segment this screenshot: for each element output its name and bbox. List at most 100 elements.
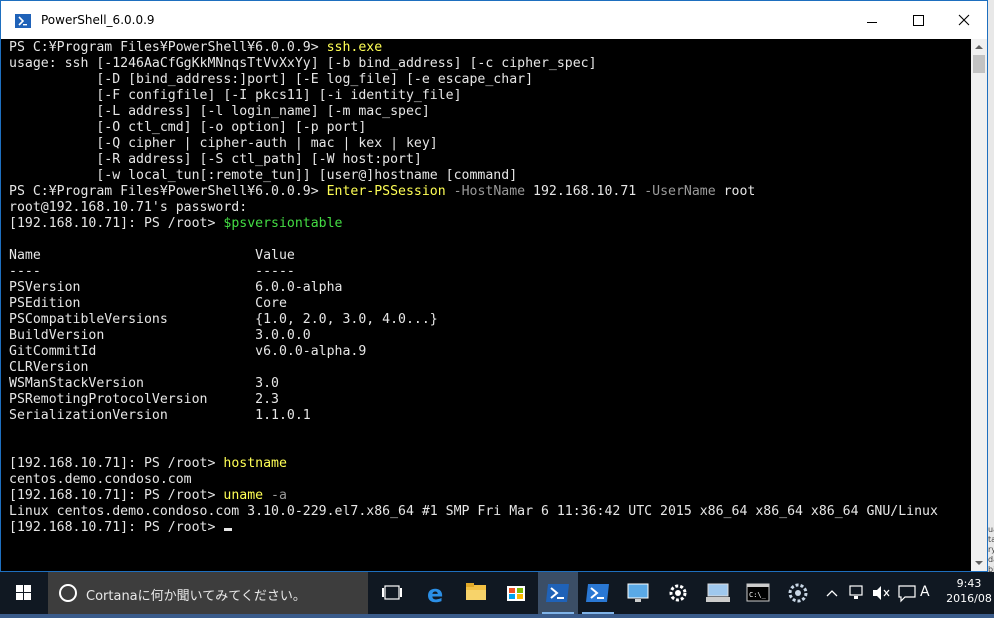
console-segment: root xyxy=(715,184,756,199)
console-line: root@192.168.10.71's password: xyxy=(9,200,938,216)
monitor-icon xyxy=(627,583,649,602)
powershell-icon xyxy=(546,584,569,602)
tray-volume[interactable] xyxy=(870,572,892,614)
powershell-icon xyxy=(586,584,609,602)
console-segment: ---- ----- xyxy=(9,264,295,279)
console-segment: WSManStackVersion 3.0 xyxy=(9,376,279,391)
console-line: [-O ctl_cmd] [-o option] [-p port] xyxy=(9,120,938,136)
cortana-icon xyxy=(59,584,77,602)
scroll-up-icon[interactable] xyxy=(971,39,987,55)
task-view-icon xyxy=(382,585,402,600)
store-icon xyxy=(507,586,525,601)
console-segment: [192.168.10.71]: PS /root> xyxy=(9,520,224,535)
console-segment: ssh.exe xyxy=(326,40,383,55)
clock-time: 9:43 xyxy=(956,577,982,590)
console-segment: [-Q cipher | cipher-auth | mac | kex | k… xyxy=(9,136,438,151)
console-line: BuildVersion 3.0.0.0 xyxy=(9,328,938,344)
close-button[interactable] xyxy=(941,1,987,39)
console-segment: [192.168.10.71]: PS /root> xyxy=(9,456,224,471)
console-segment: GitCommitId v6.0.0-alpha.9 xyxy=(9,344,367,359)
console-line: [-D [bind_address:]port] [-E log_file] [… xyxy=(9,72,938,88)
console-line: PSRemotingProtocolVersion 2.3 xyxy=(9,392,938,408)
computer-icon xyxy=(706,583,730,602)
powershell-window: PowerShell_6.0.0.9 PS C:¥Program Files¥P… xyxy=(0,0,988,572)
taskbar-app-services[interactable] xyxy=(778,572,818,614)
console-segment: [-D [bind_address:]port] [-E log_file] [… xyxy=(9,72,534,87)
svg-text:C:\_: C:\_ xyxy=(749,591,767,599)
svg-text:e: e xyxy=(427,580,443,608)
console-segment: [192.168.10.71]: PS /root> xyxy=(9,488,224,503)
taskbar-app-store[interactable] xyxy=(496,572,536,614)
console-segment: uname xyxy=(223,488,264,503)
taskbar-app-edge[interactable]: e xyxy=(416,572,456,614)
cortana-search-box[interactable]: Cortanaに何か聞いてみてください。 xyxy=(48,572,368,614)
console-segment: PSRemotingProtocolVersion 2.3 xyxy=(9,392,279,407)
desktop-fragment: ua xyxy=(988,525,994,534)
tray-network[interactable] xyxy=(846,572,866,614)
console-line: PSEdition Core xyxy=(9,296,938,312)
console-segment: PS C:¥Program Files¥PowerShell¥6.0.0.9> xyxy=(9,184,327,199)
console-segment: [192.168.10.71]: PS /root> xyxy=(9,216,224,231)
gear-icon xyxy=(669,584,687,602)
console-line: centos.demo.condoso.com xyxy=(9,472,938,488)
network-icon xyxy=(849,585,863,599)
tray-expand-button[interactable] xyxy=(822,572,842,614)
console-segment: root@192.168.10.71's password: xyxy=(9,200,248,215)
console-segment: [-R address] [-S ctl_path] [-W host:port… xyxy=(9,152,422,167)
vertical-scrollbar[interactable] xyxy=(971,39,987,571)
console-segment: centos.demo.condoso.com xyxy=(9,472,192,487)
scroll-down-icon[interactable] xyxy=(971,555,987,571)
task-view-button[interactable] xyxy=(372,572,412,614)
taskbar-clock[interactable]: 9:43 2016/08 xyxy=(944,576,994,606)
taskbar-app-powershell-active[interactable] xyxy=(538,572,578,614)
volume-muted-icon xyxy=(873,586,890,600)
title-bar[interactable]: PowerShell_6.0.0.9 xyxy=(1,1,987,39)
console-segment: hostname xyxy=(223,456,287,471)
console-line: [-L address] [-l login_name] [-m mac_spe… xyxy=(9,104,938,120)
console-output[interactable]: PS C:¥Program Files¥PowerShell¥6.0.0.9> … xyxy=(1,39,971,571)
taskbar-app-remote[interactable] xyxy=(618,572,658,614)
start-button[interactable] xyxy=(0,572,48,614)
taskbar-app-powershell[interactable] xyxy=(578,572,618,614)
console-line: [192.168.10.71]: PS /root> hostname xyxy=(9,456,938,472)
console-segment: [-F configfile] [-I pkcs11] [-i identity… xyxy=(9,88,462,103)
command-prompt-icon: C:\_ xyxy=(746,583,770,602)
console-line: PS C:¥Program Files¥PowerShell¥6.0.0.9> … xyxy=(9,184,938,200)
console-segment: Linux centos.demo.condoso.com 3.10.0-229… xyxy=(9,504,938,519)
console-line: ---- ----- xyxy=(9,264,938,280)
console-line: GitCommitId v6.0.0-alpha.9 xyxy=(9,344,938,360)
console-line: WSManStackVersion 3.0 xyxy=(9,376,938,392)
folder-icon xyxy=(466,583,486,600)
console-text: PS C:¥Program Files¥PowerShell¥6.0.0.9> … xyxy=(9,40,938,536)
console-line: usage: ssh [-1246AaCfGgKkMNnqsTtVvXxYy] … xyxy=(9,56,938,72)
taskbar-app-computer[interactable] xyxy=(698,572,738,614)
minimize-button[interactable] xyxy=(849,1,895,39)
window-title: PowerShell_6.0.0.9 xyxy=(41,13,155,27)
close-icon xyxy=(958,14,970,26)
scrollbar-thumb[interactable] xyxy=(973,55,985,73)
taskbar-app-cmd[interactable]: C:\_ xyxy=(738,572,778,614)
text-cursor xyxy=(224,528,233,531)
maximize-icon xyxy=(913,15,924,26)
console-segment: Name Value xyxy=(9,248,295,263)
console-line: PSCompatibleVersions {1.0, 2.0, 3.0, 4.0… xyxy=(9,312,938,328)
console-segment: [-L address] [-l login_name] [-m mac_spe… xyxy=(9,104,430,119)
powershell-icon xyxy=(15,14,31,28)
edge-icon: e xyxy=(427,580,443,608)
taskbar-app-settings[interactable] xyxy=(658,572,698,614)
console-segment: PS C:¥Program Files¥PowerShell¥6.0.0.9> xyxy=(9,40,327,55)
console-segment: -a xyxy=(263,488,287,503)
maximize-button[interactable] xyxy=(895,1,941,39)
tray-notifications[interactable] xyxy=(896,572,918,614)
ime-indicator[interactable]: A xyxy=(920,584,930,600)
clock-date: 2016/08 xyxy=(946,592,992,605)
console-segment: [-w local_tun[:remote_tun]] [user@]hostn… xyxy=(9,168,518,183)
taskbar-app-explorer[interactable] xyxy=(456,572,496,614)
console-line: SerializationVersion 1.1.0.1 xyxy=(9,408,938,424)
console-line: [-F configfile] [-I pkcs11] [-i identity… xyxy=(9,88,938,104)
console-segment: CLRVersion xyxy=(9,360,89,375)
console-segment: -HostName xyxy=(445,184,526,199)
console-line: CLRVersion xyxy=(9,360,938,376)
